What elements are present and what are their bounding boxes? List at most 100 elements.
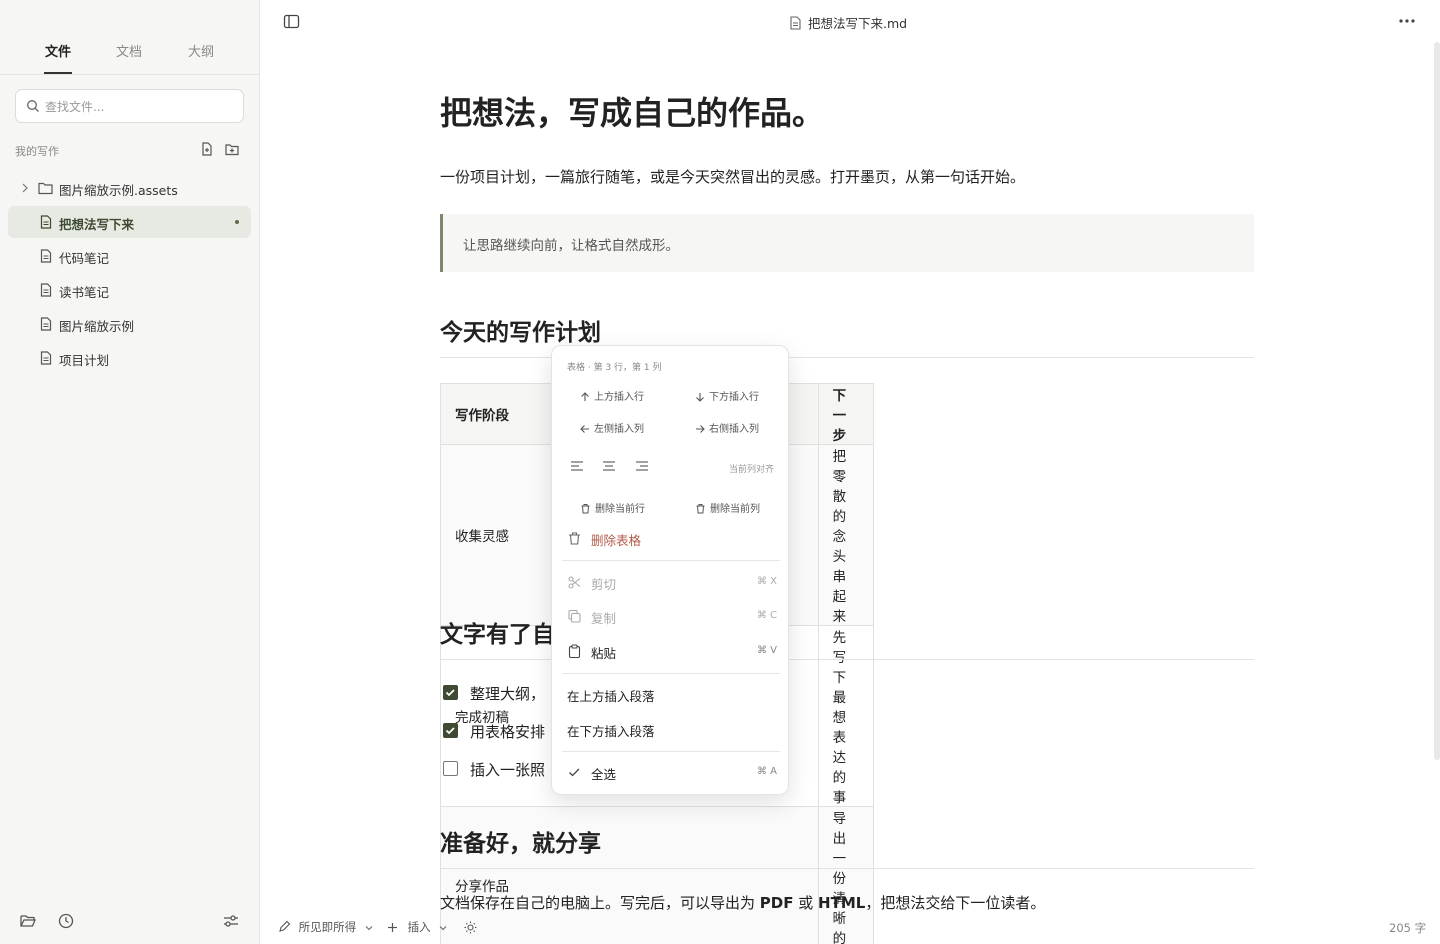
scissors-icon bbox=[568, 576, 581, 589]
settings-sliders-icon[interactable] bbox=[222, 912, 240, 930]
search-input[interactable] bbox=[45, 97, 235, 117]
task-text[interactable]: 插入一张照 bbox=[470, 759, 545, 780]
tab-outline[interactable]: 大纲 bbox=[188, 41, 214, 60]
select-all-item[interactable]: 全选 ⌘ A bbox=[567, 762, 777, 784]
tree-item-label: 图片缩放示例 bbox=[59, 319, 135, 334]
tree-file[interactable]: 代码笔记 bbox=[8, 240, 251, 272]
file-icon bbox=[790, 16, 801, 30]
document-title-text: 把想法写下来.md bbox=[808, 16, 908, 31]
menu-item-label: 全选 bbox=[591, 767, 617, 782]
sidebar-toggle-icon[interactable] bbox=[283, 13, 300, 30]
align-left-icon[interactable] bbox=[570, 460, 584, 472]
menu-item-label: 删除当前行 bbox=[595, 504, 645, 515]
new-file-icon[interactable] bbox=[199, 141, 215, 157]
delete-row-item[interactable]: 删除当前行 bbox=[580, 500, 645, 515]
menu-item-label: 删除表格 bbox=[591, 533, 642, 548]
new-folder-icon[interactable] bbox=[224, 141, 240, 157]
table-cell[interactable]: 把零散的念头串起来 bbox=[817, 444, 874, 626]
tree-item-label: 把想法写下来 bbox=[59, 217, 135, 232]
trash-icon bbox=[581, 504, 590, 514]
align-center-icon[interactable] bbox=[602, 460, 616, 472]
task-text[interactable]: 用表格安排 bbox=[470, 721, 545, 742]
menu-item-label: 在上方插入段落 bbox=[567, 689, 655, 704]
blockquote-text: 让思路继续向前，让格式自然成形。 bbox=[463, 238, 679, 254]
tree-file[interactable]: 项目计划 bbox=[8, 342, 251, 374]
table-cell[interactable]: 先写下最想表达的事 bbox=[817, 625, 874, 807]
copy-icon bbox=[568, 609, 581, 623]
history-icon[interactable] bbox=[57, 912, 75, 930]
file-icon bbox=[40, 283, 52, 297]
align-right-icon[interactable] bbox=[635, 460, 649, 472]
insert-row-above-item[interactable]: 上方插入行 bbox=[580, 388, 644, 403]
text-run: 或 bbox=[793, 894, 819, 912]
editor-scrollbar[interactable] bbox=[1434, 42, 1440, 760]
checkbox-checked-icon[interactable] bbox=[443, 723, 458, 738]
insert-paragraph-below-item[interactable]: 在下方插入段落 bbox=[567, 719, 777, 741]
menu-item-label: 上方插入行 bbox=[594, 392, 644, 403]
shortcut-label: ⌘ C bbox=[756, 610, 777, 621]
checkbox-unchecked-icon[interactable] bbox=[443, 761, 458, 776]
align-label: 当前列对齐 bbox=[729, 465, 775, 475]
bold-text: HTML bbox=[818, 894, 866, 912]
bold-text: PDF bbox=[759, 894, 794, 912]
insert-col-left-item[interactable]: 左侧插入列 bbox=[580, 420, 644, 435]
insert-dropdown[interactable]: 插入 bbox=[387, 919, 448, 935]
checkbox-checked-icon[interactable] bbox=[443, 685, 458, 700]
pen-icon bbox=[279, 920, 291, 932]
menu-header: 表格 · 第 3 行，第 1 列 bbox=[567, 363, 662, 373]
tree-file[interactable]: 读书笔记 bbox=[8, 274, 251, 306]
section-title: 我的写作 bbox=[15, 145, 59, 158]
heading-divider bbox=[440, 868, 1254, 869]
more-options-icon[interactable] bbox=[1398, 14, 1416, 28]
plus-icon bbox=[388, 923, 397, 932]
table-cell[interactable]: 导出一份清晰的 PDF bbox=[817, 806, 874, 944]
shortcut-label: ⌘ X bbox=[756, 576, 777, 587]
trash-icon bbox=[569, 532, 580, 545]
menu-item-label: 复制 bbox=[591, 611, 617, 626]
menu-item-label: 删除当前列 bbox=[710, 504, 760, 515]
arrow-left-icon bbox=[580, 425, 589, 433]
sun-icon[interactable] bbox=[464, 921, 477, 934]
insert-row-below-item[interactable]: 下方插入行 bbox=[695, 388, 759, 403]
tab-documents[interactable]: 文档 bbox=[116, 41, 142, 60]
doc-heading-2[interactable]: 准备好，就分享 bbox=[440, 824, 601, 858]
menu-item-label: 粘贴 bbox=[591, 646, 617, 661]
tree-item-label: 图片缩放示例.assets bbox=[59, 183, 178, 198]
doc-heading-2[interactable]: 文字有了自 bbox=[440, 615, 555, 649]
arrow-up-icon bbox=[581, 392, 589, 401]
tree-folder-assets[interactable]: 图片缩放示例.assets bbox=[8, 172, 251, 204]
delete-col-item[interactable]: 删除当前列 bbox=[695, 500, 760, 515]
folder-icon bbox=[38, 182, 53, 195]
doc-heading-1[interactable]: 把想法，写成自己的作品。 bbox=[440, 88, 824, 134]
doc-paragraph[interactable]: 一份项目计划，一篇旅行随笔，或是今天突然冒出的灵感。打开墨页，从第一句话开始。 bbox=[440, 166, 1025, 187]
unsaved-dot bbox=[235, 220, 239, 224]
paste-item[interactable]: 粘贴 ⌘ V bbox=[567, 641, 777, 663]
editor-mode-dropdown[interactable]: 所见即所得 bbox=[278, 919, 374, 935]
menu-item-label: 剪切 bbox=[591, 577, 617, 592]
tree-file[interactable]: 图片缩放示例 bbox=[8, 308, 251, 340]
cut-item[interactable]: 剪切 ⌘ X bbox=[567, 572, 777, 594]
chevron-right-icon[interactable] bbox=[20, 181, 30, 195]
shortcut-label: ⌘ V bbox=[756, 645, 777, 656]
copy-item[interactable]: 复制 ⌘ C bbox=[567, 606, 777, 628]
insert-label: 插入 bbox=[407, 920, 431, 934]
delete-table-item[interactable]: 删除表格 bbox=[567, 528, 777, 550]
shortcut-label: ⌘ A bbox=[756, 766, 777, 777]
table-header-cell[interactable]: 下一步 bbox=[817, 383, 874, 445]
menu-separator bbox=[562, 673, 780, 674]
insert-paragraph-above-item[interactable]: 在上方插入段落 bbox=[567, 684, 777, 706]
tree-file-active[interactable]: 把想法写下来 bbox=[8, 206, 251, 238]
file-icon bbox=[40, 351, 52, 365]
file-search[interactable] bbox=[15, 89, 244, 123]
sidebar-tabs: 文件 文档 大纲 bbox=[0, 36, 259, 75]
doc-blockquote[interactable]: 让思路继续向前，让格式自然成形。 bbox=[440, 214, 1254, 272]
menu-separator bbox=[562, 751, 780, 752]
file-icon bbox=[40, 317, 52, 331]
tab-files[interactable]: 文件 bbox=[45, 41, 71, 60]
task-text[interactable]: 整理大纲， bbox=[470, 683, 545, 704]
menu-item-label: 下方插入行 bbox=[709, 392, 759, 403]
insert-col-right-item[interactable]: 右侧插入列 bbox=[695, 420, 759, 435]
open-folder-icon[interactable] bbox=[19, 912, 37, 930]
doc-heading-2[interactable]: 今天的写作计划 bbox=[440, 313, 601, 347]
doc-paragraph[interactable]: 文档保存在自己的电脑上。写完后，可以导出为 PDF 或 HTML，把想法交给下一… bbox=[440, 892, 1045, 913]
